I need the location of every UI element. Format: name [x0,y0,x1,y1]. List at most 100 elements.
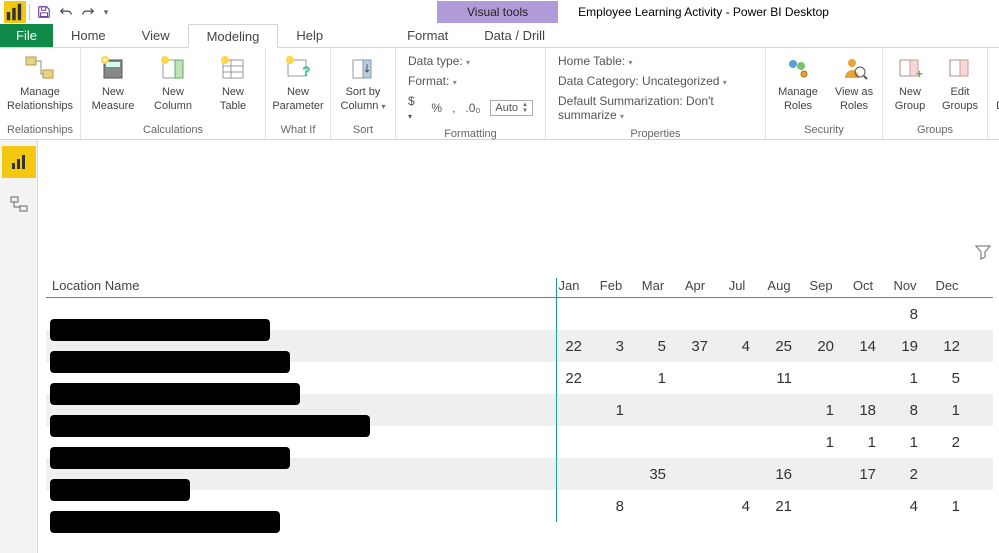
header-month[interactable]: Dec [926,278,968,293]
percent-button[interactable]: % [431,101,442,115]
tab-format[interactable]: Format [389,24,466,47]
redaction [50,415,370,437]
relationships-icon [24,52,56,84]
ribbon-group-security: ManageRoles View asRoles Security [766,48,883,139]
header-month[interactable]: Nov [884,278,926,293]
cell-value: 37 [674,338,716,355]
redaction [50,383,300,405]
cell-value: 8 [884,402,926,419]
svg-text:?: ? [302,63,311,79]
manage-relationships-button[interactable]: Manage Relationships [4,50,76,112]
cell-value: 16 [758,466,800,483]
parameter-icon: ? [282,52,314,84]
cell-value: 3 [590,338,632,355]
svg-text:+: + [916,67,923,81]
data-category-dropdown[interactable]: Data Category: Uncategorized ▾ [558,74,753,88]
cell-value: 8 [590,498,632,515]
tab-data-drill[interactable]: Data / Drill [466,24,563,47]
cell-value: 2 [926,434,968,451]
file-tab[interactable]: File [0,24,53,47]
home-table-dropdown[interactable]: Home Table: ▾ [558,54,753,68]
redo-icon[interactable] [77,1,99,23]
ribbon-tabs: File Home View Modeling Help Format Data… [0,24,999,48]
tab-modeling[interactable]: Modeling [188,24,279,48]
cell-value: 17 [842,466,884,483]
window-title: Employee Learning Activity - Power BI De… [578,5,829,19]
ribbon-group-properties: Home Table: ▾ Data Category: Uncategoriz… [546,48,766,139]
contextual-tab-visual-tools: Visual tools [437,1,558,23]
app-icon[interactable] [4,1,26,23]
header-month[interactable]: Sep [800,278,842,293]
table-visual[interactable]: Location Name JanFebMarAprJulAugSepOctNo… [46,278,993,522]
cell-value: 1 [884,370,926,387]
cell-value: 1 [800,434,842,451]
default-summarization-dropdown[interactable]: Default Summarization: Don't summarize ▾ [558,94,753,122]
roles-icon [782,52,814,84]
sort-icon [347,52,379,84]
table-body: 8223537425201419122211115111881111235161… [46,298,993,522]
ribbon-group-label: Security [770,122,878,139]
header-month[interactable]: Jan [548,278,590,293]
header-month[interactable]: Jul [716,278,758,293]
cell-value: 18 [842,402,884,419]
header-month[interactable]: Feb [590,278,632,293]
new-parameter-button[interactable]: ? NewParameter [270,50,326,112]
new-column-button[interactable]: NewColumn [145,50,201,112]
header-location-name[interactable]: Location Name [46,278,548,293]
column-icon [157,52,189,84]
ribbon-group-label: Sort [335,122,391,139]
data-type-dropdown[interactable]: Data type: ▾ [408,54,533,68]
cell-value: 5 [926,370,968,387]
cell-value: 4 [716,338,758,355]
ribbon-group-groups: + NewGroup EditGroups Groups [883,48,988,139]
qat-customize-icon[interactable]: ▾ [99,1,113,23]
ribbon-group-label: Calculations [85,122,261,139]
cell-value: 1 [632,370,674,387]
decimal-button[interactable]: .0₀ [465,101,480,115]
cell-value: 4 [884,498,926,515]
cell-value: 1 [800,402,842,419]
report-canvas[interactable]: Location Name JanFebMarAprJulAugSepOctNo… [38,140,999,553]
header-month[interactable]: Aug [758,278,800,293]
ribbon-group-label: Calen [992,122,999,139]
quick-access-toolbar: ▾ [0,1,117,23]
cell-value: 20 [800,338,842,355]
format-dropdown[interactable]: Format: ▾ [408,74,533,88]
cell-value: 35 [632,466,674,483]
filter-icon[interactable] [975,244,991,263]
mark-date-table-button[interactable]: MarkDate Ta [992,50,999,112]
header-month[interactable]: Apr [674,278,716,293]
decimal-places-stepper[interactable]: Auto ▲▼ [490,100,533,116]
cell-value: 22 [548,370,590,387]
comma-button[interactable]: , [452,101,455,115]
new-group-button[interactable]: + NewGroup [887,50,933,112]
new-table-button[interactable]: NewTable [205,50,261,112]
redaction [50,447,290,469]
cell-value: 19 [884,338,926,355]
save-icon[interactable] [33,1,55,23]
redaction [50,479,190,501]
cell-value: 1 [926,402,968,419]
header-month[interactable]: Oct [842,278,884,293]
tab-home[interactable]: Home [53,24,124,47]
currency-button[interactable]: $ ▾ [408,94,421,122]
cell-value: 1 [926,498,968,515]
cell-value: 4 [716,498,758,515]
new-measure-button[interactable]: NewMeasure [85,50,141,112]
cell-value: 1 [884,434,926,451]
edit-groups-button[interactable]: EditGroups [937,50,983,112]
table-row[interactable]: 8 [46,298,993,330]
undo-icon[interactable] [55,1,77,23]
ribbon-group-relationships: Manage Relationships Relationships [0,48,81,139]
view-as-roles-button[interactable]: View asRoles [830,50,878,112]
sort-by-column-button[interactable]: Sort by Column ▾ [335,50,391,113]
model-view-button[interactable] [2,188,36,220]
redaction [50,351,290,373]
measure-icon [97,52,129,84]
manage-roles-button[interactable]: ManageRoles [770,50,826,112]
report-view-button[interactable] [2,146,36,178]
header-month[interactable]: Mar [632,278,674,293]
ribbon-group-whatif: ? NewParameter What If [266,48,331,139]
tab-help[interactable]: Help [278,24,341,47]
tab-view[interactable]: View [124,24,188,47]
